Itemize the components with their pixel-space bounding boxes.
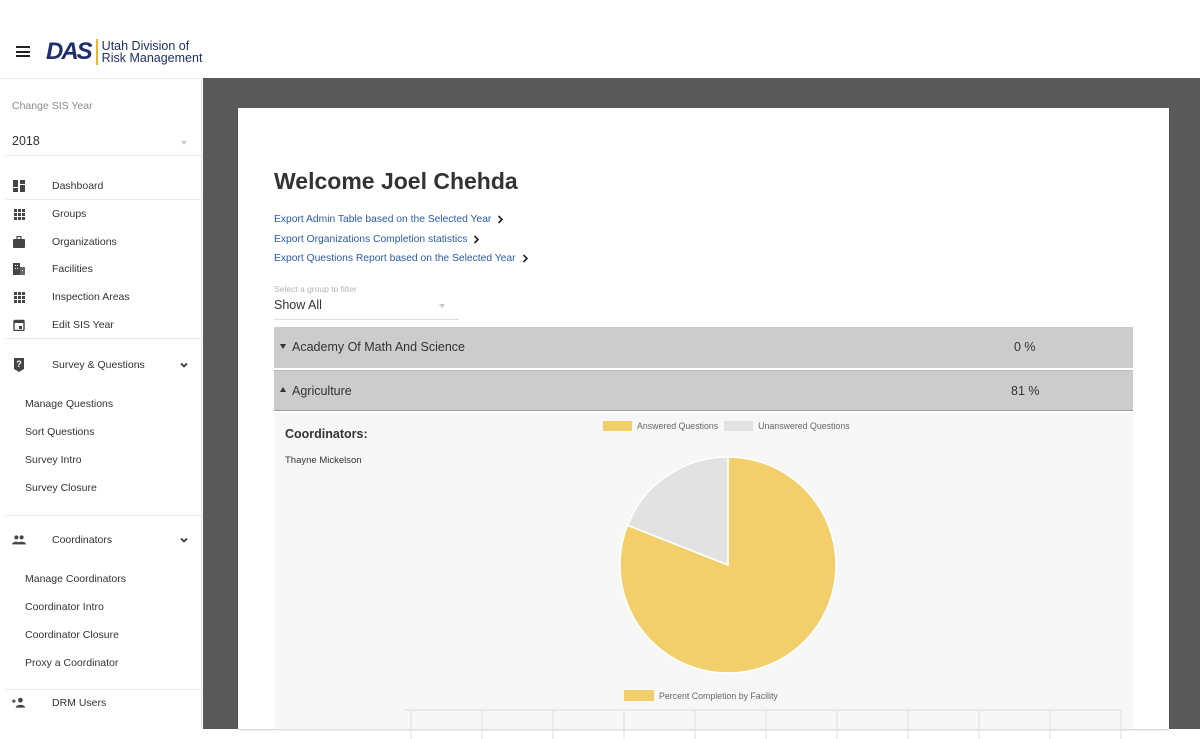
group-percent: 0 % [1014,340,1036,354]
logo-text: Utah Division of Risk Management [101,39,203,65]
chevron-right-icon [474,235,480,244]
export-admin-table-link[interactable]: Export Admin Table based on the Selected… [274,214,504,225]
group-row[interactable]: Academy Of Math And Science 0 % [274,327,1133,368]
sidebar-item-label: Dashboard [52,180,104,192]
logo[interactable]: DAS Utah Division of Risk Management [46,38,203,65]
chevron-right-icon [522,254,528,263]
group-name: Agriculture [292,384,352,398]
link-text[interactable]: Export Admin Table based on the Selected… [274,214,491,225]
grid-icon [12,207,26,221]
legend-label: Percent Completion by Facility [659,690,778,701]
sidebar-subitem-manage-coordinators[interactable]: Manage Coordinators [25,573,126,585]
sidebar-item-facilities[interactable]: Facilities [0,258,200,280]
sidebar-subitem-survey-closure[interactable]: Survey Closure [25,482,97,494]
sidebar-subitem-coordinator-closure[interactable]: Coordinator Closure [25,629,119,641]
calendar-icon [12,318,26,332]
collapse-triangle-icon[interactable] [280,387,286,392]
export-questions-report-link[interactable]: Export Questions Report based on the Sel… [274,253,529,264]
logo-line-2: Risk Management [101,51,203,65]
building-icon [12,262,26,276]
sidebar-subitem-coordinator-intro[interactable]: Coordinator Intro [25,601,104,613]
bar-legend: Percent Completion by Facility [624,690,784,701]
export-organizations-stats-link[interactable]: Export Organizations Completion statisti… [274,234,480,245]
group-filter-value[interactable]: Show All [274,298,322,312]
legend-swatch [603,421,632,431]
divider [6,515,202,516]
sidebar-item-label: Inspection Areas [52,291,130,303]
sidebar-subitem-proxy-coordinator[interactable]: Proxy a Coordinator [25,657,118,669]
sis-year-label: Change SIS Year [12,100,93,112]
completion-pie-chart [619,456,837,674]
link-text[interactable]: Export Organizations Completion statisti… [274,234,467,245]
sidebar-subitem-survey-intro[interactable]: Survey Intro [25,454,82,466]
group-name: Academy Of Math And Science [292,340,466,354]
sidebar: Change SIS Year 2018 Dashboard Groups Or… [0,78,202,729]
sidebar-item-label: DRM Users [52,697,107,709]
facility-completion-bar-chart [404,709,1122,739]
group-row[interactable]: Agriculture 81 % [274,370,1133,411]
svg-text:?: ? [16,359,22,369]
sidebar-subitem-manage-questions[interactable]: Manage Questions [25,398,113,410]
dashboard-icon [12,179,26,193]
coordinators-title: Coordinators: [285,427,368,441]
group-filter-select[interactable]: Show All [274,298,459,320]
sidebar-item-groups[interactable]: Groups [0,203,200,225]
divider [6,155,202,156]
group-details-panel: Coordinators: Thayne Mickelson Answered … [274,413,1133,739]
top-bar: DAS Utah Division of Risk Management [0,0,1200,78]
page-title: Welcome Joel Chehda [274,168,518,194]
sidebar-section-survey-questions[interactable]: ? Survey & Questions [0,354,200,376]
sidebar-item-label: Facilities [52,263,93,275]
sidebar-item-label: Coordinators [52,534,113,546]
sidebar-item-organizations[interactable]: Organizations [0,231,200,253]
sidebar-item-inspection-areas[interactable]: Inspection Areas [0,286,200,308]
dropdown-arrow-icon[interactable] [439,304,445,308]
link-text[interactable]: Export Questions Report based on the Sel… [274,253,516,264]
dropdown-arrow-icon[interactable] [181,141,187,145]
divider [6,338,202,339]
group-filter-label: Select a group to filter [274,284,357,294]
sidebar-item-drm-users[interactable]: DRM Users [0,692,200,714]
briefcase-icon [12,235,26,249]
coordinator-name: Thayne Mickelson [285,455,362,466]
sidebar-item-label: Groups [52,208,87,220]
group-percent: 81 % [1011,384,1040,398]
chevron-down-icon[interactable] [180,361,188,369]
chevron-right-icon [498,215,504,224]
grid-icon [12,290,26,304]
logo-divider [95,39,98,65]
divider [6,689,202,690]
expand-triangle-icon[interactable] [280,344,286,349]
pie-legend: Answered Questions Unanswered Questions [603,421,856,431]
sidebar-item-label: Edit SIS Year [52,319,114,331]
sidebar-item-dashboard[interactable]: Dashboard [0,175,200,197]
sidebar-item-label: Organizations [52,236,117,248]
legend-item-unanswered[interactable]: Unanswered Questions [724,421,850,431]
chevron-down-icon[interactable] [180,536,188,544]
add-person-icon [12,696,26,710]
sis-year-value[interactable]: 2018 [12,134,192,148]
legend-item-percent-completion[interactable]: Percent Completion by Facility [624,690,778,701]
logo-mark: DAS [46,38,93,65]
divider [6,199,202,200]
hamburger-menu-icon[interactable] [16,46,30,57]
legend-swatch [624,690,654,701]
legend-label: Unanswered Questions [758,421,850,431]
dashboard-card: Welcome Joel Chehda Export Admin Table b… [238,108,1169,739]
legend-label: Answered Questions [637,421,719,431]
legend-item-answered[interactable]: Answered Questions [603,421,718,431]
people-icon [12,533,26,547]
sidebar-item-label: Survey & Questions [52,359,145,371]
sidebar-subitem-sort-questions[interactable]: Sort Questions [25,426,94,438]
sidebar-section-coordinators[interactable]: Coordinators [0,529,200,551]
legend-swatch [724,421,754,431]
question-icon: ? [12,358,26,372]
sidebar-item-edit-sis-year[interactable]: Edit SIS Year [0,314,200,336]
